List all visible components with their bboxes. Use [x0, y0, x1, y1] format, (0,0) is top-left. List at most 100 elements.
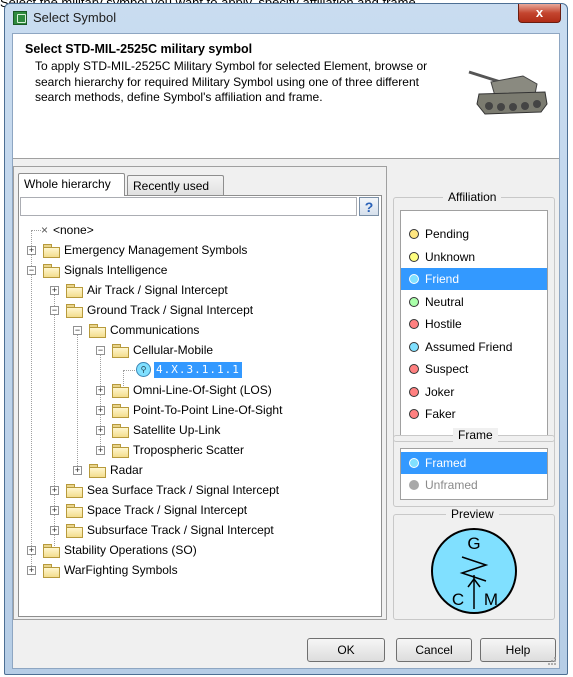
frame-group: Frame Framed Unframed	[393, 428, 555, 507]
frame-list[interactable]: Framed Unframed	[400, 448, 548, 500]
collapse-icon[interactable]: −	[50, 306, 59, 315]
affiliation-label: Joker	[425, 385, 455, 399]
collapse-icon[interactable]: −	[27, 266, 36, 275]
tree-row-communications[interactable]: − Communications	[19, 320, 369, 340]
tree-row-subsurface-track[interactable]: + Subsurface Track / Signal Intercept	[19, 520, 369, 540]
expand-icon[interactable]: +	[96, 446, 105, 455]
close-button[interactable]: x	[518, 4, 561, 23]
affiliation-item-pending[interactable]: Pending	[401, 223, 547, 245]
faker-symbol-icon	[409, 409, 419, 419]
unframed-symbol-icon	[409, 480, 419, 490]
affiliation-list[interactable]: Pending Unknown Friend Neutral Hostile A…	[400, 210, 548, 436]
tree-row-ground-track[interactable]: − Ground Track / Signal Intercept	[19, 300, 369, 320]
tree-row-air-track[interactable]: + Air Track / Signal Intercept	[19, 280, 369, 300]
affiliation-label: Unknown	[425, 250, 476, 264]
window-title: Select Symbol	[33, 10, 117, 25]
folder-icon	[66, 484, 83, 498]
expand-icon[interactable]: +	[27, 546, 36, 555]
tree-row-emergency-management[interactable]: + Emergency Management Symbols	[19, 240, 369, 260]
tree-row-label: <none>	[53, 223, 94, 237]
tree-connector	[31, 230, 41, 231]
folder-icon	[112, 404, 129, 418]
tree-row-omni-los[interactable]: + Omni-Line-Of-Sight (LOS)	[19, 380, 369, 400]
tree-connector	[123, 370, 135, 371]
dialog-body: Select STD-MIL-2525C military symbol To …	[12, 33, 560, 669]
affiliation-item-neutral[interactable]: Neutral	[401, 291, 547, 313]
tree-row-satellite-uplink[interactable]: + Satellite Up-Link	[19, 420, 369, 440]
folder-icon	[112, 424, 129, 438]
search-help-button[interactable]: ?	[359, 197, 379, 216]
tree-row-signals-intelligence[interactable]: − Signals Intelligence	[19, 260, 369, 280]
frame-label: Unframed	[425, 478, 478, 492]
expand-icon[interactable]: +	[50, 526, 59, 535]
affiliation-item-faker[interactable]: Faker	[401, 403, 547, 425]
tree-row-tropospheric-scatter[interactable]: + Tropospheric Scatter	[19, 440, 369, 460]
tree-row-stability-operations[interactable]: + Stability Operations (SO)	[19, 540, 369, 560]
tree-row-selected-symbol[interactable]: ⚲ 4.X.3.1.1.1	[19, 360, 369, 380]
expand-icon[interactable]: +	[73, 466, 82, 475]
affiliation-title: Affiliation	[443, 190, 502, 204]
preview-title: Preview	[446, 507, 499, 521]
joker-symbol-icon	[409, 387, 419, 397]
neutral-symbol-icon	[409, 297, 419, 307]
affiliation-item-assumed-friend[interactable]: Assumed Friend	[401, 336, 547, 358]
preview-group: Preview G C M	[393, 507, 555, 620]
expand-icon[interactable]: +	[27, 246, 36, 255]
affiliation-item-suspect[interactable]: Suspect	[401, 358, 547, 380]
tree-row-sea-surface-track[interactable]: + Sea Surface Track / Signal Intercept	[19, 480, 369, 500]
tree-row-point-to-point[interactable]: + Point-To-Point Line-Of-Sight	[19, 400, 369, 420]
tree-row-label: Air Track / Signal Intercept	[87, 283, 228, 297]
frame-label: Framed	[425, 456, 467, 470]
collapse-icon[interactable]: −	[96, 346, 105, 355]
affiliation-label: Hostile	[425, 317, 462, 331]
frame-item-framed[interactable]: Framed	[401, 452, 547, 474]
folder-icon	[43, 244, 60, 258]
tab-recently-used[interactable]: Recently used	[127, 175, 224, 196]
tree-row-label: Communications	[110, 323, 200, 337]
tank-illustration-icon	[468, 70, 548, 115]
affiliation-item-friend[interactable]: Friend	[401, 268, 547, 290]
tree-row-radar[interactable]: + Radar	[19, 460, 369, 480]
none-x-icon: ×	[41, 223, 49, 237]
expand-icon[interactable]: +	[96, 426, 105, 435]
tab-content: ? × <none> + Emergency Management Symbol…	[18, 195, 382, 617]
expand-icon[interactable]: +	[50, 286, 59, 295]
tree-row-cellular-mobile[interactable]: − Cellular-Mobile	[19, 340, 369, 360]
tree-row-label: Signals Intelligence	[64, 263, 168, 277]
header-title: Select STD-MIL-2525C military symbol	[25, 42, 253, 56]
tree-row-label: Emergency Management Symbols	[64, 243, 248, 257]
cancel-button[interactable]: Cancel	[396, 638, 472, 662]
search-input[interactable]	[20, 197, 357, 216]
suspect-symbol-icon	[409, 364, 419, 374]
tab-whole-hierarchy[interactable]: Whole hierarchy	[18, 173, 125, 196]
affiliation-item-hostile[interactable]: Hostile	[401, 313, 547, 335]
ok-button[interactable]: OK	[307, 638, 385, 662]
expand-icon[interactable]: +	[27, 566, 36, 575]
folder-icon	[43, 564, 60, 578]
tree-row-label: Subsurface Track / Signal Intercept	[87, 523, 274, 537]
expand-icon[interactable]: +	[50, 506, 59, 515]
expand-icon[interactable]: +	[96, 406, 105, 415]
folder-icon	[89, 464, 106, 478]
title-bar[interactable]: Select Symbol x	[5, 4, 567, 32]
folder-icon	[43, 544, 60, 558]
frame-item-unframed[interactable]: Unframed	[401, 474, 547, 496]
tree-row-space-track[interactable]: + Space Track / Signal Intercept	[19, 500, 369, 520]
resize-grip-icon[interactable]	[547, 656, 557, 666]
help-button[interactable]: Help	[480, 638, 556, 662]
tree-row-label: Satellite Up-Link	[133, 423, 221, 437]
affiliation-label: Neutral	[425, 295, 464, 309]
assumed-friend-symbol-icon	[409, 342, 419, 352]
tree-row-none[interactable]: × <none>	[19, 220, 369, 240]
collapse-icon[interactable]: −	[73, 326, 82, 335]
expand-icon[interactable]: +	[96, 386, 105, 395]
preview-symbol-icon: G C M	[431, 528, 517, 614]
affiliation-item-unknown[interactable]: Unknown	[401, 246, 547, 268]
affiliation-item-joker[interactable]: Joker	[401, 381, 547, 403]
tree-row-label: Ground Track / Signal Intercept	[87, 303, 254, 317]
folder-icon	[66, 304, 83, 318]
app-icon	[13, 11, 27, 25]
expand-icon[interactable]: +	[50, 486, 59, 495]
tree-row-warfighting-symbols[interactable]: + WarFighting Symbols	[19, 560, 369, 580]
folder-icon	[43, 264, 60, 278]
